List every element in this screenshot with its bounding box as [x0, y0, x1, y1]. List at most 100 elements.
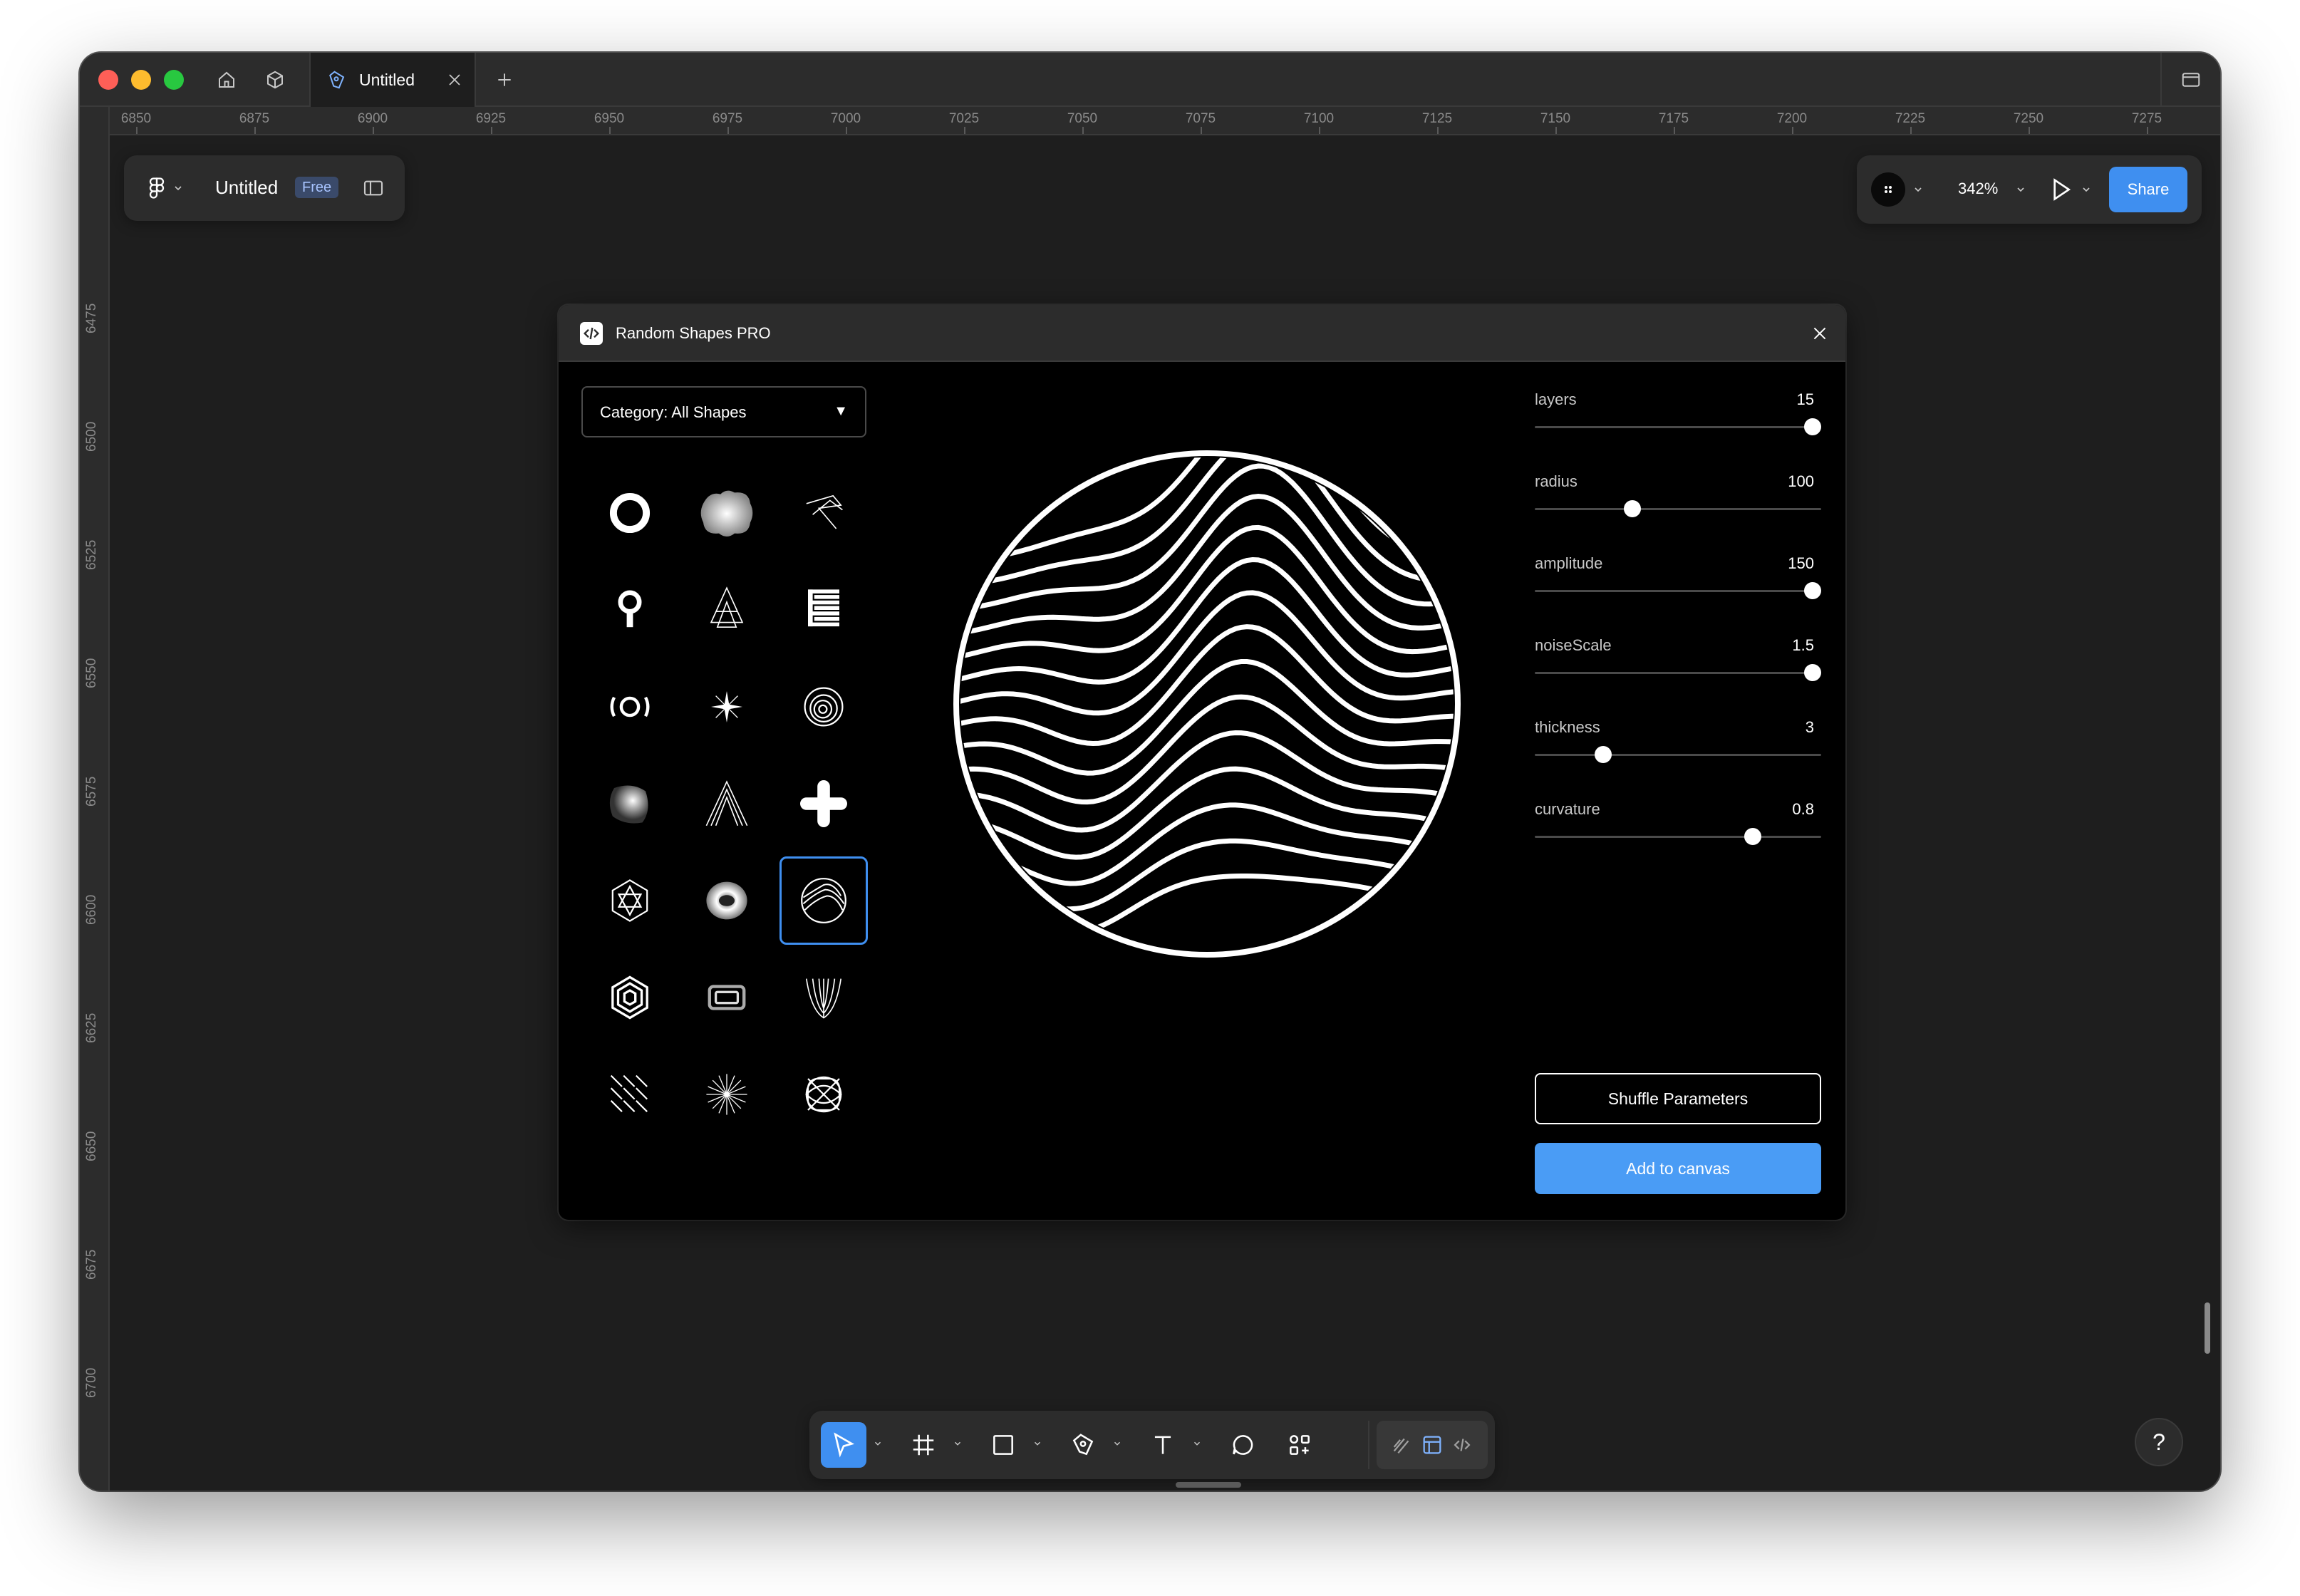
frame-icon[interactable] — [901, 1422, 946, 1468]
wave-ring-icon[interactable] — [586, 663, 674, 751]
text-icon[interactable] — [1140, 1422, 1186, 1468]
slider-track[interactable] — [1535, 836, 1821, 838]
param-noisescale: noiseScale 1.5 — [1535, 636, 1821, 708]
dev-mode-icon[interactable] — [1439, 1422, 1485, 1468]
chevron-down-icon[interactable] — [1912, 184, 1924, 199]
hex-star-icon[interactable] — [586, 856, 674, 945]
chevron-down-icon[interactable] — [1190, 1436, 1204, 1451]
slider-thumb[interactable] — [1803, 664, 1821, 681]
community-icon[interactable] — [261, 66, 289, 94]
chevron-down-icon[interactable] — [1030, 1436, 1045, 1451]
pen-icon[interactable] — [1060, 1422, 1106, 1468]
zoom-level[interactable]: 342% — [1958, 180, 1998, 198]
slider-track[interactable] — [1535, 672, 1821, 674]
slider-track[interactable] — [1535, 508, 1821, 510]
ruler-tick — [964, 127, 965, 134]
help-button[interactable]: ? — [2135, 1418, 2183, 1466]
ruler-tick — [254, 127, 256, 134]
barcode-icon[interactable] — [779, 566, 868, 654]
plugin-header: Random Shapes PRO — [559, 305, 1845, 362]
add-to-canvas-button[interactable]: Add to canvas — [1535, 1143, 1821, 1194]
rounded-rect-icon[interactable] — [683, 953, 771, 1042]
zoom-window-button[interactable] — [164, 70, 184, 90]
chevron-down-icon[interactable] — [2015, 184, 2026, 199]
sidebar-panel-icon[interactable] — [2160, 53, 2220, 107]
comment-icon[interactable] — [1220, 1422, 1265, 1468]
avatar[interactable] — [1871, 172, 1905, 207]
ruler-tick — [2147, 127, 2148, 134]
actions-icon[interactable] — [1277, 1422, 1322, 1468]
chevron-down-icon[interactable] — [172, 182, 184, 197]
close-icon[interactable] — [1806, 319, 1834, 348]
ruler-label: 6950 — [594, 111, 625, 126]
ruler-label: 6575 — [84, 776, 99, 807]
chevron-down-icon[interactable] — [1110, 1436, 1124, 1451]
vertical-scrollbar[interactable] — [2205, 1302, 2210, 1354]
ruler-label: 7050 — [1067, 111, 1098, 126]
ruler-label: 6700 — [84, 1367, 99, 1398]
param-label: layers — [1535, 390, 1577, 408]
triangle-knot-icon[interactable] — [683, 566, 771, 654]
slider-track[interactable] — [1535, 754, 1821, 756]
leaf-wire-icon[interactable] — [779, 953, 868, 1042]
wave-sphere-icon[interactable] — [779, 856, 868, 945]
param-value: 3 — [1805, 718, 1814, 736]
dot-fan-icon[interactable] — [683, 1147, 771, 1167]
play-icon[interactable] — [2046, 175, 2075, 207]
blob-badge-icon[interactable] — [683, 469, 771, 557]
move-icon[interactable] — [821, 1422, 866, 1468]
mode-switcher — [1377, 1421, 1488, 1469]
rounded-cross-icon[interactable] — [779, 760, 868, 848]
ruler-vertical: 6475 6500 6525 6550 6575 6600 6625 6650 6675 6700 — [80, 107, 110, 1491]
dot-arc-icon[interactable] — [586, 1147, 674, 1167]
dot-pair-icon[interactable] — [779, 1147, 868, 1167]
file-name[interactable]: Untitled — [215, 177, 278, 199]
close-window-button[interactable] — [98, 70, 118, 90]
share-button[interactable]: Share — [2109, 167, 2187, 212]
torus-icon[interactable] — [683, 856, 771, 945]
sparkle-icon[interactable] — [683, 663, 771, 751]
starburst-icon[interactable] — [683, 1050, 771, 1139]
rectangle-icon[interactable] — [980, 1422, 1026, 1468]
ruler-tick — [1910, 127, 1912, 134]
ruler-tick — [136, 127, 138, 134]
ruler-tick — [1792, 127, 1793, 134]
param-value: 150 — [1788, 554, 1814, 572]
gradient-blob-icon[interactable] — [586, 760, 674, 848]
figma-menu-icon[interactable] — [144, 175, 170, 201]
knot-lattice-icon[interactable] — [779, 1050, 868, 1139]
peak-lines-icon[interactable] — [683, 760, 771, 848]
ring-icon[interactable] — [586, 469, 674, 557]
param-label: curvature — [1535, 800, 1600, 818]
keyhole-icon[interactable] — [586, 566, 674, 654]
diagonal-lines-icon[interactable] — [586, 1050, 674, 1139]
chevron-down-icon[interactable] — [2081, 184, 2092, 199]
tab-untitled[interactable]: Untitled — [309, 53, 476, 107]
slider-track[interactable] — [1535, 426, 1821, 428]
slider-thumb[interactable] — [1803, 582, 1821, 599]
hexagon-rings-icon[interactable] — [586, 953, 674, 1042]
ruler-label: 6550 — [84, 658, 99, 688]
slider-thumb[interactable] — [1803, 418, 1821, 435]
param-curvature: curvature 0.8 — [1535, 800, 1821, 871]
category-select[interactable]: Category: All Shapes ▼ — [581, 386, 866, 437]
spiral-icon[interactable] — [779, 663, 868, 751]
ruler-tick — [1555, 127, 1557, 134]
slider-track[interactable] — [1535, 590, 1821, 592]
slider-thumb[interactable] — [1595, 746, 1612, 763]
minimize-window-button[interactable] — [131, 70, 151, 90]
slider-thumb[interactable] — [1744, 828, 1761, 845]
chevron-down-icon[interactable] — [950, 1436, 965, 1451]
ruler-tick — [1082, 127, 1084, 134]
ruler-tick — [1674, 127, 1675, 134]
category-value: Category: All Shapes — [600, 403, 747, 421]
shuffle-parameters-button[interactable]: Shuffle Parameters — [1535, 1073, 1821, 1124]
chevron-down-icon[interactable] — [871, 1436, 885, 1451]
slider-thumb[interactable] — [1623, 500, 1641, 517]
plus-icon[interactable] — [490, 66, 519, 94]
layout-panel-icon[interactable] — [362, 177, 385, 203]
scribble-icon[interactable] — [779, 469, 868, 557]
close-icon[interactable] — [440, 66, 469, 94]
home-icon[interactable] — [212, 66, 241, 94]
title-bar: Untitled — [80, 53, 2220, 107]
